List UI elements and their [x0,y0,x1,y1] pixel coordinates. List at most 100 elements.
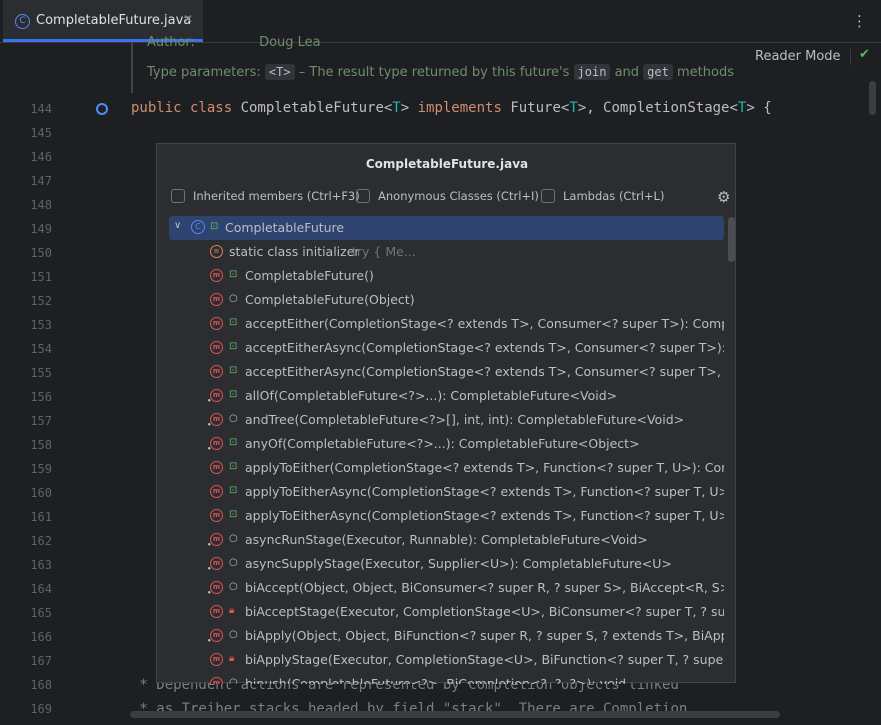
popup-title: CompletableFuture.java [365,157,529,171]
code-class-name: CompletableFuture< [240,100,393,116]
list-item[interactable]: m • ○ asyncRunStage(Executor, Runnable): … [169,528,724,552]
line-number: 148 [30,198,52,212]
method-icon: m [210,509,223,522]
line-number: 157 [30,414,52,428]
package-visibility-icon: ○ [229,293,238,304]
method-icon: m [210,293,223,306]
doc-methods-text: methods [672,65,734,80]
line-number: 152 [30,294,52,308]
member-label: bipush(CompletableFuture<?>, BiCompletio… [245,676,627,684]
line-number: 168 [30,678,52,692]
lambdas-checkbox[interactable]: Lambdas (Ctrl+L) [541,189,664,205]
static-method-icon: m• [207,557,223,573]
line-number: 147 [30,174,52,188]
editor-vertical-scrollbar[interactable] [869,81,876,115]
doc-join-code[interactable]: join [573,64,611,80]
member-label: static class initializer [229,244,360,259]
static-method-icon: m• [207,533,223,549]
list-item[interactable]: m • ⊡ allOf(CompletableFuture<?>...): Com… [169,384,724,408]
list-item[interactable]: m • ○ biAccept(Object, Object, BiConsumer… [169,576,724,600]
public-visibility-icon: ⊡ [210,221,219,232]
public-visibility-icon: ⊡ [229,389,238,400]
doc-type-params-line: Type parameters: <T> – The result type r… [147,64,734,80]
member-label: CompletableFuture(Object) [245,292,415,307]
list-item[interactable]: m • ○ andTree(CompletableFuture<?>[], int… [169,408,724,432]
reader-mode-button[interactable]: Reader Mode [755,49,841,64]
member-label: asyncRunStage(Executor, Runnable): Compl… [245,532,648,547]
list-item[interactable]: m ○ CompletableFuture(Object) [169,288,724,312]
close-icon[interactable]: ✕ [183,12,193,26]
list-item[interactable]: m ⊡ acceptEitherAsync(CompletionStage<? … [169,336,724,360]
code-text: > [400,100,418,116]
list-item[interactable]: m ⊡ applyToEitherAsync(CompletionStage<?… [169,480,724,504]
doc-get-code[interactable]: get [643,64,673,80]
member-label: applyToEitherAsync(CompletionStage<? ext… [245,484,724,499]
list-item[interactable]: m • ○ biApply(Object, Object, BiFunction<… [169,624,724,648]
list-item[interactable]: m • ⊡ anyOf(CompletableFuture<?>...): Com… [169,432,724,456]
line-number: 162 [30,534,52,548]
line-number: 163 [30,558,52,572]
code-type-param: T [392,100,401,116]
list-item[interactable]: m• ○ bipush(CompletableFuture<?>, BiComp… [169,672,724,684]
list-item[interactable]: m 🔒︎ biAcceptStage(Executor, CompletionS… [169,600,724,624]
doc-and-text: and [610,65,644,80]
checkmark-icon[interactable]: ✔ [859,47,870,62]
package-visibility-icon: ○ [229,677,238,684]
line-number: 145 [30,126,52,140]
editor-tab-bar: C CompletableFuture.java ✕ ⋮ [0,0,881,43]
tree-root-label: CompletableFuture [225,220,345,235]
package-visibility-icon: ○ [229,629,238,640]
line-number: 164 [30,582,52,596]
line-number: 150 [30,246,52,260]
code-keyword: public class [131,100,241,116]
public-visibility-icon: ⊡ [229,509,238,520]
divider [850,49,851,65]
list-item[interactable]: m 🔒︎ biApplyStage(Executor, CompletionSt… [169,648,724,672]
editor-horizontal-scrollbar[interactable] [130,711,780,718]
public-visibility-icon: ⊡ [229,461,238,472]
static-initializer-icon: ≡ [210,245,223,258]
static-method-icon: m• [210,677,223,684]
public-visibility-icon: ⊡ [229,341,238,352]
implementations-gutter-icon[interactable] [96,103,108,115]
list-item[interactable]: ≡ static class initializer try { Me... [169,240,724,264]
member-label: biApplyStage(Executor, CompletionStage<U… [245,652,724,667]
list-item[interactable]: m ⊡ acceptEitherAsync(CompletionStage<? … [169,360,724,384]
checkbox-box[interactable] [171,189,185,203]
tree-scrollbar[interactable] [728,217,735,262]
checkbox-label: Anonymous Classes (Ctrl+I) [378,189,539,203]
list-item[interactable]: m ⊡ acceptEither(CompletionStage<? exten… [169,312,724,336]
line-number: 153 [30,318,52,332]
tree-root-class[interactable]: ∨ C ⊡ CompletableFuture [169,216,724,240]
list-item[interactable]: m ⊡ applyToEither(CompletionStage<? exte… [169,456,724,480]
code-text: Future< [510,100,570,116]
line-number: 159 [30,462,52,476]
anonymous-classes-checkbox[interactable]: Anonymous Classes (Ctrl+I) [356,189,539,205]
chevron-down-icon[interactable]: ∨ [174,220,181,231]
static-method-icon: m• [207,437,223,453]
static-method-icon: m• [207,389,223,405]
checkbox-box[interactable] [356,189,370,203]
inherited-members-checkbox[interactable]: Inherited members (Ctrl+F3) [171,189,360,205]
list-item[interactable]: m ⊡ applyToEitherAsync(CompletionStage<?… [169,504,724,528]
more-options-icon[interactable]: ⋮ [852,12,867,30]
member-label: asyncSupplyStage(Executor, Supplier<U>):… [245,556,672,571]
static-method-icon: m• [207,581,223,597]
line-number: 158 [30,438,52,452]
doc-type-param-desc: – The result type returned by this futur… [294,65,574,80]
line-number: 149 [30,222,52,236]
list-item[interactable]: m • ○ asyncSupplyStage(Executor, Supplier… [169,552,724,576]
line-number: 155 [30,366,52,380]
line-number: 160 [30,486,52,500]
line-number: 166 [30,630,52,644]
class-icon: C [15,14,30,29]
gear-icon[interactable]: ⚙ [717,188,730,206]
class-icon: C [191,220,205,234]
structure-tree[interactable]: ∨ C ⊡ CompletableFuture ≡ static class i… [157,216,725,684]
member-label: andTree(CompletableFuture<?>[], int, int… [245,412,685,427]
member-extra: try { Me... [352,244,416,259]
checkbox-box[interactable] [541,189,555,203]
method-icon: m [210,653,223,666]
list-item[interactable]: m ⊡ CompletableFuture() [169,264,724,288]
package-visibility-icon: ○ [229,533,238,544]
